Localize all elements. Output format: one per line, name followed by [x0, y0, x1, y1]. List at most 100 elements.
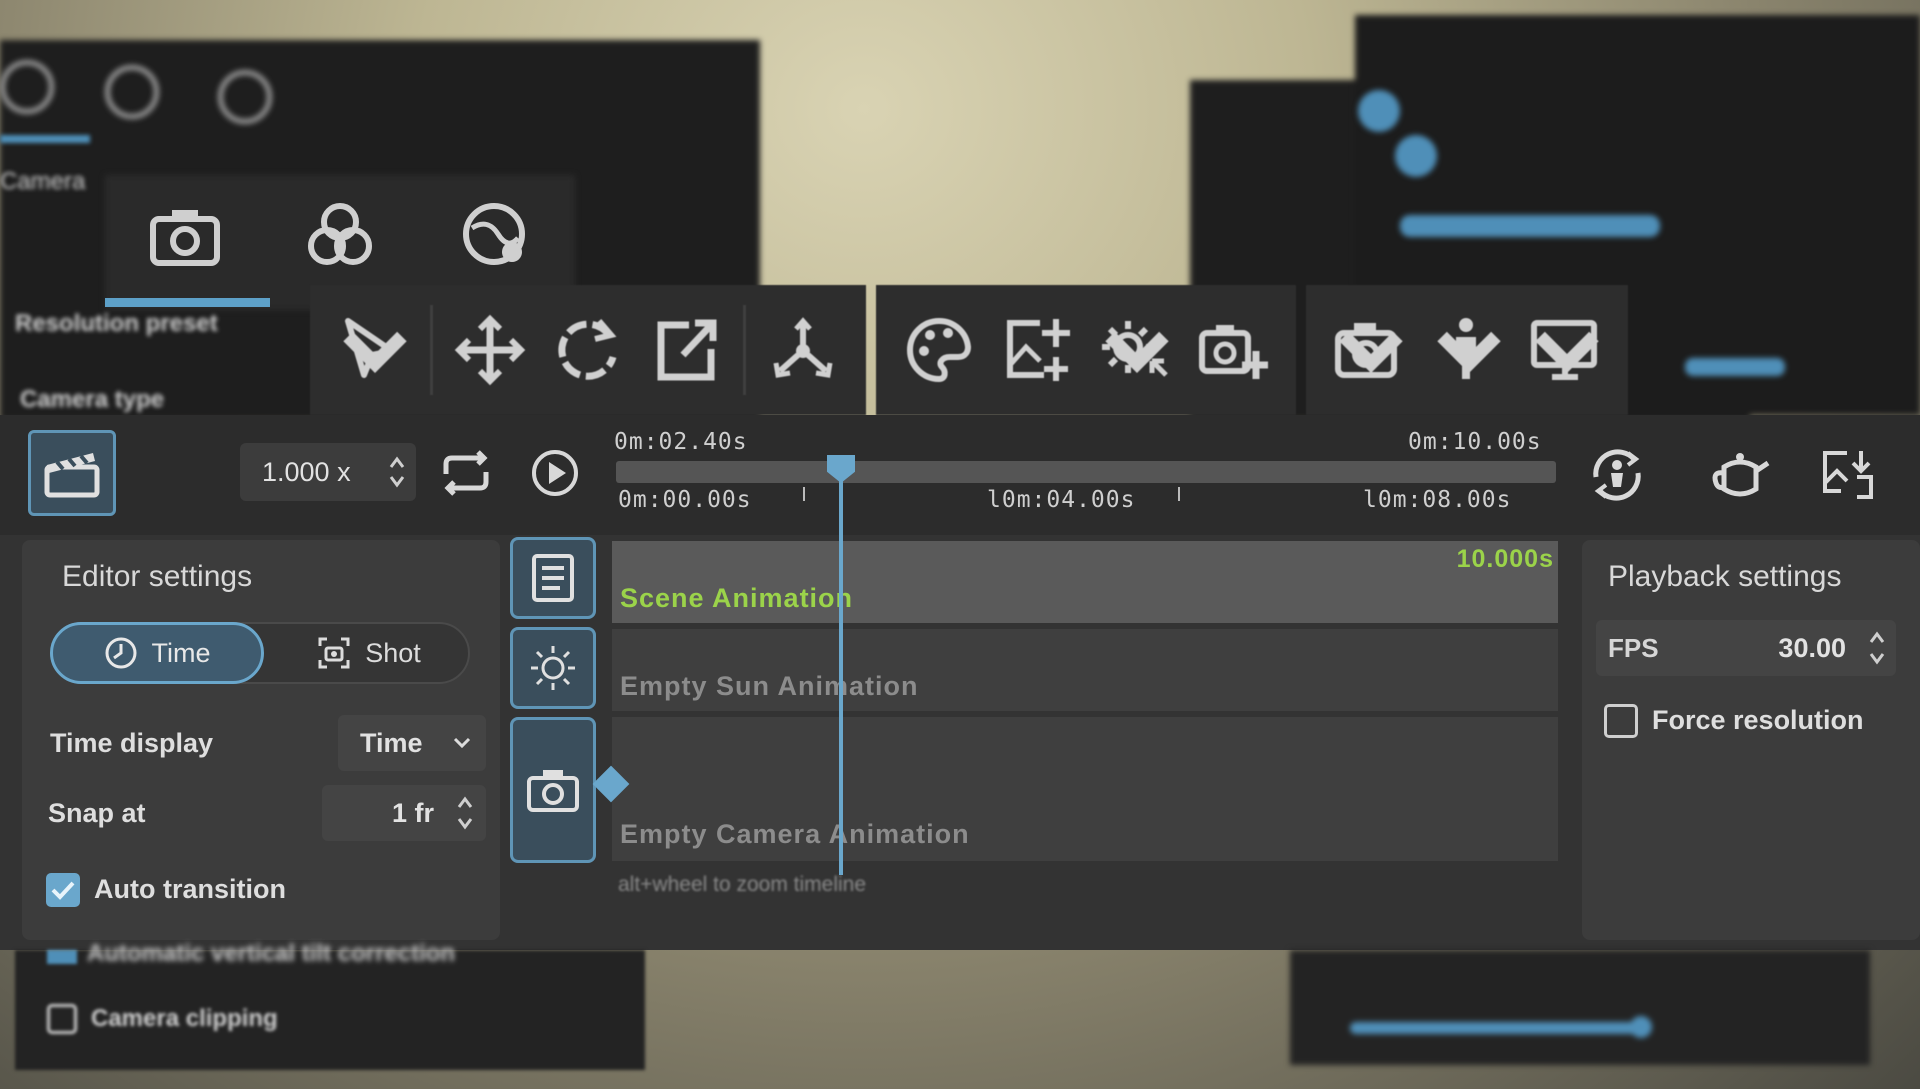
- shot-mode-button[interactable]: Shot: [274, 624, 464, 682]
- fps-stepper[interactable]: FPS 30.00: [1596, 620, 1896, 676]
- time-shot-toggle: Time Shot: [50, 622, 470, 684]
- add-image-icon: [1007, 319, 1070, 381]
- bg-slider-handle: [1630, 1016, 1652, 1038]
- time-mode-button[interactable]: Time: [50, 622, 264, 684]
- toolbar-separator: [743, 305, 746, 395]
- background-bottom-right-panel: [1290, 950, 1870, 1065]
- bg-checkbox: [47, 950, 77, 964]
- background-bottom-left-panel: Automatic vertical tilt correction Camer…: [15, 940, 645, 1070]
- object-anim-button[interactable]: [1708, 445, 1772, 505]
- materials-button[interactable]: [898, 309, 980, 391]
- playback-settings-panel: Playback settings FPS 30.00 Force resolu…: [1582, 540, 1920, 940]
- current-time-label: 0m:02.40s: [614, 429, 748, 455]
- move-tool-button[interactable]: [449, 309, 531, 391]
- bg-tab-icon: [105, 65, 159, 119]
- track-name: Empty Sun Animation: [620, 671, 919, 701]
- bg-slider-fill: [1685, 358, 1785, 376]
- play-icon: [532, 450, 578, 496]
- scene-track-button[interactable]: [510, 537, 596, 619]
- camera-view-button[interactable]: [1328, 309, 1410, 391]
- clapperboard-icon: [44, 453, 100, 498]
- chevron-down-icon: [1339, 331, 1403, 373]
- sun-track-button[interactable]: [510, 627, 596, 709]
- time-display-dropdown[interactable]: Time: [338, 715, 486, 771]
- bg-tab-icon: [0, 60, 54, 114]
- pivot-tool-button[interactable]: [762, 309, 844, 391]
- globe-settings-icon: [458, 198, 532, 275]
- auto-transition-label: Auto transition: [94, 874, 286, 904]
- move-icon: [454, 314, 526, 386]
- editor-settings-title: Editor settings: [62, 560, 253, 593]
- animation-mode-button[interactable]: [28, 430, 116, 516]
- bg-slider-track: [1350, 1022, 1640, 1034]
- scene-animation-track[interactable]: 10.000s Scene Animation: [612, 541, 1558, 623]
- chevron-down-icon: [453, 737, 471, 749]
- keyframe-marker[interactable]: [592, 765, 630, 803]
- force-resolution-checkbox[interactable]: [1604, 704, 1638, 738]
- track-name: Scene Animation: [620, 583, 854, 613]
- force-resolution-label: Force resolution: [1652, 705, 1864, 735]
- bg-tab-underline: [0, 135, 90, 143]
- loop-button[interactable]: [436, 445, 496, 501]
- scale-icon: [657, 319, 717, 381]
- snap-at-stepper[interactable]: 1 fr: [322, 785, 486, 841]
- document-icon: [532, 554, 574, 602]
- snap-at-label: Snap at: [48, 798, 146, 828]
- sun-animation-track[interactable]: Empty Sun Animation: [612, 629, 1558, 711]
- timeline-tick-label: l0m:08.00s: [1363, 487, 1512, 513]
- editor-settings-panel: Editor settings Time Shot Time display T…: [22, 540, 500, 940]
- shot-mode-label: Shot: [365, 637, 421, 668]
- animation-panel: 1.000 x 0m:02.40s 0m:10.00s 0m:00.00s l0…: [0, 415, 1920, 950]
- sun-icon: [531, 646, 575, 690]
- time-display-value: Time: [360, 727, 423, 758]
- bg-cut-off-label: Automatic vertical tilt correction: [87, 940, 456, 967]
- add-camera-button[interactable]: [1192, 309, 1274, 391]
- bg-label: Camera: [0, 168, 86, 195]
- scale-tool-button[interactable]: [645, 309, 727, 391]
- spinner-arrows-icon[interactable]: [388, 453, 406, 491]
- rotate-tool-button[interactable]: [547, 309, 629, 391]
- add-image-button[interactable]: [996, 309, 1078, 391]
- select-tool-button[interactable]: [332, 309, 414, 391]
- timeline-scrubber[interactable]: [616, 461, 1556, 483]
- timeline-tick: [1178, 487, 1180, 501]
- main-toolbar: [310, 285, 1638, 415]
- play-button[interactable]: [525, 443, 585, 503]
- camera-tab-underline: [105, 298, 270, 307]
- time-mode-label: Time: [151, 637, 211, 668]
- material-tool-group: [876, 285, 1296, 415]
- camera-track-button[interactable]: [510, 717, 596, 863]
- character-anim-button[interactable]: [1585, 445, 1649, 505]
- rotate-icon: [558, 319, 617, 380]
- export-anim-button[interactable]: [1815, 445, 1879, 505]
- checkmark-icon: [51, 881, 75, 900]
- timeline-tick: [803, 487, 805, 501]
- fps-label: FPS: [1608, 633, 1659, 663]
- bg-radio-icon: [1395, 135, 1437, 177]
- display-view-button[interactable]: [1524, 309, 1606, 391]
- camera-animation-track[interactable]: Empty Camera Animation: [592, 717, 1558, 861]
- playback-speed-value: 1.000 x: [262, 456, 351, 487]
- camera-clipping-label: Camera clipping: [91, 1005, 278, 1032]
- chevron-down-icon: [1437, 331, 1501, 373]
- zoom-hint: alt+wheel to zoom timeline: [618, 873, 867, 896]
- camera-icon: [527, 770, 579, 812]
- track-name: Empty Camera Animation: [620, 819, 970, 849]
- timeline-tick-label: l0m:04.00s: [987, 487, 1136, 513]
- person-view-button[interactable]: [1426, 309, 1508, 391]
- bg-tab-icon: [218, 70, 272, 124]
- add-light-button[interactable]: [1094, 309, 1176, 391]
- view-tool-group: [1306, 285, 1628, 415]
- spinner-arrows-icon[interactable]: [1868, 628, 1886, 668]
- camera-clipping-checkbox[interactable]: [47, 1004, 77, 1034]
- teapot-icon: [1712, 453, 1770, 497]
- time-display-label: Time display: [50, 728, 214, 758]
- rotating-person-icon: [1593, 449, 1641, 501]
- spinner-arrows-icon[interactable]: [456, 793, 474, 833]
- auto-transition-checkbox[interactable]: [46, 873, 80, 907]
- shot-frame-icon: [318, 637, 350, 669]
- chevron-down-icon: [1105, 331, 1169, 373]
- playback-speed-stepper[interactable]: 1.000 x: [240, 443, 416, 501]
- palette-icon: [907, 317, 972, 383]
- chevron-down-icon: [1535, 331, 1599, 373]
